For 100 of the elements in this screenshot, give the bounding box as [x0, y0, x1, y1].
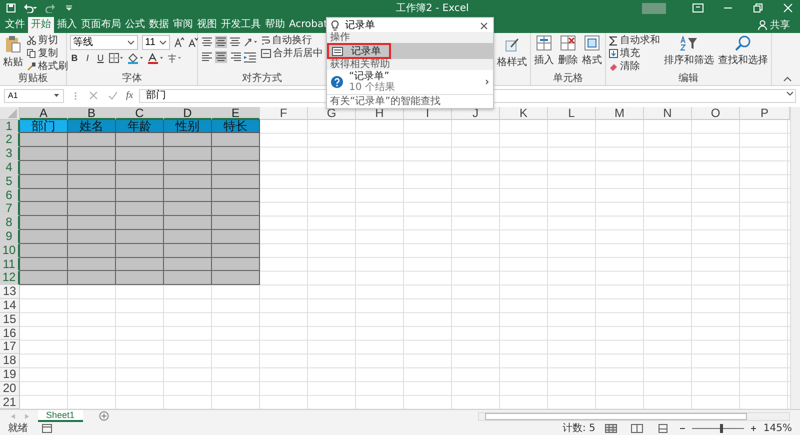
- row-header[interactable]: 4: [0, 160, 20, 175]
- clear-button[interactable]: 清除: [609, 60, 660, 73]
- ribbon-tab[interactable]: 审阅: [172, 16, 194, 33]
- row-header[interactable]: 16: [0, 326, 20, 340]
- sort-filter-button[interactable]: 排序和筛选: [664, 34, 714, 67]
- column-header[interactable]: D: [164, 106, 212, 120]
- ribbon-tab[interactable]: 帮助: [264, 16, 286, 33]
- font-name-field[interactable]: 等线: [70, 34, 138, 50]
- ribbon-tab[interactable]: Acrobat: [288, 16, 329, 33]
- column-header[interactable]: E: [212, 106, 260, 120]
- align-left-icon[interactable]: [201, 50, 213, 63]
- align-center-icon[interactable]: [215, 50, 227, 63]
- row-header[interactable]: 10: [0, 244, 20, 258]
- column-header[interactable]: M: [596, 106, 644, 120]
- insert-function-button[interactable]: fx: [126, 90, 134, 102]
- delete-button[interactable]: 删除: [558, 34, 578, 67]
- fill-button[interactable]: 填充: [609, 48, 660, 60]
- ribbon-tab[interactable]: 文件: [4, 16, 26, 33]
- collapse-ribbon-icon[interactable]: [783, 76, 792, 82]
- normal-view-icon[interactable]: [605, 424, 618, 434]
- ribbon-tab[interactable]: 页面布局: [80, 16, 122, 33]
- column-header[interactable]: C: [116, 106, 164, 120]
- merge-center-button[interactable]: 合并后居中: [261, 48, 323, 60]
- align-right-icon[interactable]: [229, 50, 241, 63]
- customize-caret-icon[interactable]: [65, 3, 73, 14]
- row-header[interactable]: 7: [0, 202, 20, 216]
- slider-thumb[interactable]: [720, 424, 723, 434]
- column-header[interactable]: N: [644, 106, 692, 120]
- row-header[interactable]: 21: [0, 396, 20, 410]
- column-header[interactable]: O: [692, 106, 740, 120]
- row-header[interactable]: 19: [0, 368, 20, 382]
- row-header[interactable]: 1: [0, 120, 20, 134]
- borders-icon[interactable]: [109, 53, 123, 64]
- row-header[interactable]: 11: [0, 258, 20, 272]
- underline-button[interactable]: U: [96, 53, 105, 64]
- ribbon-tab[interactable]: 插入: [56, 16, 78, 33]
- row-header[interactable]: 15: [0, 312, 20, 327]
- redo-icon[interactable]: [44, 3, 58, 14]
- search-field[interactable]: 记录单: [327, 18, 493, 32]
- vertical-scrollbar[interactable]: [790, 106, 800, 410]
- ribbon-tab[interactable]: 开始: [28, 16, 54, 33]
- ribbon-tab[interactable]: 视图: [196, 16, 218, 33]
- ribbon-tab[interactable]: 数据: [148, 16, 170, 33]
- column-header[interactable]: L: [548, 106, 596, 120]
- row-header[interactable]: 3: [0, 147, 20, 161]
- undo-icon[interactable]: [23, 3, 37, 14]
- page-layout-icon[interactable]: [631, 424, 644, 434]
- shrink-font-icon[interactable]: [188, 37, 198, 48]
- zoom-level[interactable]: 145%: [763, 422, 792, 435]
- zoom-in-icon[interactable]: [750, 425, 758, 432]
- row-header[interactable]: 18: [0, 354, 20, 368]
- top-align-icon[interactable]: [201, 36, 213, 48]
- horizontal-scrollbar[interactable]: [478, 412, 790, 421]
- expand-caret-icon[interactable]: [786, 91, 794, 97]
- copy-button[interactable]: 复制: [27, 48, 68, 60]
- row-header[interactable]: 14: [0, 298, 20, 313]
- row-header[interactable]: 13: [0, 285, 20, 299]
- row-header[interactable]: 8: [0, 216, 20, 230]
- grow-font-icon[interactable]: [174, 37, 184, 48]
- row-header[interactable]: 17: [0, 340, 20, 354]
- macro-record-icon[interactable]: [42, 424, 52, 434]
- indent-icon[interactable]: [243, 50, 257, 63]
- ribbon-tab[interactable]: 公式: [124, 16, 146, 33]
- ribbon-display-icon[interactable]: [692, 3, 704, 14]
- format-button[interactable]: 格式: [582, 34, 602, 67]
- column-header[interactable]: B: [68, 106, 116, 120]
- column-header[interactable]: P: [740, 106, 790, 120]
- share-button[interactable]: 共享: [758, 18, 790, 32]
- orientation-icon[interactable]: [243, 36, 257, 48]
- close-icon[interactable]: [480, 22, 488, 30]
- page-break-icon[interactable]: [657, 424, 670, 434]
- cut-button[interactable]: 剪切: [27, 34, 68, 47]
- bottom-align-icon[interactable]: [229, 36, 241, 48]
- row-header[interactable]: 9: [0, 230, 20, 244]
- cell-styles-button[interactable]: 格样式: [497, 34, 527, 69]
- row-header[interactable]: 20: [0, 382, 20, 396]
- insert-button[interactable]: 插入: [534, 34, 554, 67]
- row-header[interactable]: 6: [0, 188, 20, 202]
- fill-color-icon[interactable]: [127, 52, 143, 64]
- column-header[interactable]: F: [260, 106, 308, 120]
- help-result[interactable]: “记录单” 10 个结果: [327, 70, 493, 94]
- restore-icon[interactable]: [752, 3, 764, 14]
- row-header[interactable]: 12: [0, 271, 20, 286]
- format-painter-button[interactable]: 格式刷: [27, 60, 68, 73]
- wrap-text-button[interactable]: 自动换行: [261, 34, 323, 47]
- autosum-button[interactable]: 自动求和: [609, 34, 660, 47]
- find-select-button[interactable]: 查找和选择: [718, 34, 768, 67]
- sheet-tab[interactable]: Sheet1: [38, 410, 83, 422]
- add-sheet-icon[interactable]: [98, 411, 109, 422]
- smart-lookup-link[interactable]: 有关“记录单”的智能查找: [327, 94, 493, 108]
- ribbon-tab[interactable]: 开发工具: [220, 16, 262, 33]
- paste-button[interactable]: 粘贴: [3, 34, 23, 69]
- row-header[interactable]: 2: [0, 133, 20, 148]
- row-header[interactable]: 5: [0, 174, 20, 189]
- middle-align-icon[interactable]: [215, 36, 227, 48]
- italic-button[interactable]: I: [83, 53, 92, 64]
- column-header[interactable]: K: [500, 106, 548, 120]
- font-size-field[interactable]: 11: [142, 34, 170, 50]
- column-header[interactable]: A: [20, 106, 68, 120]
- save-icon[interactable]: [6, 3, 16, 14]
